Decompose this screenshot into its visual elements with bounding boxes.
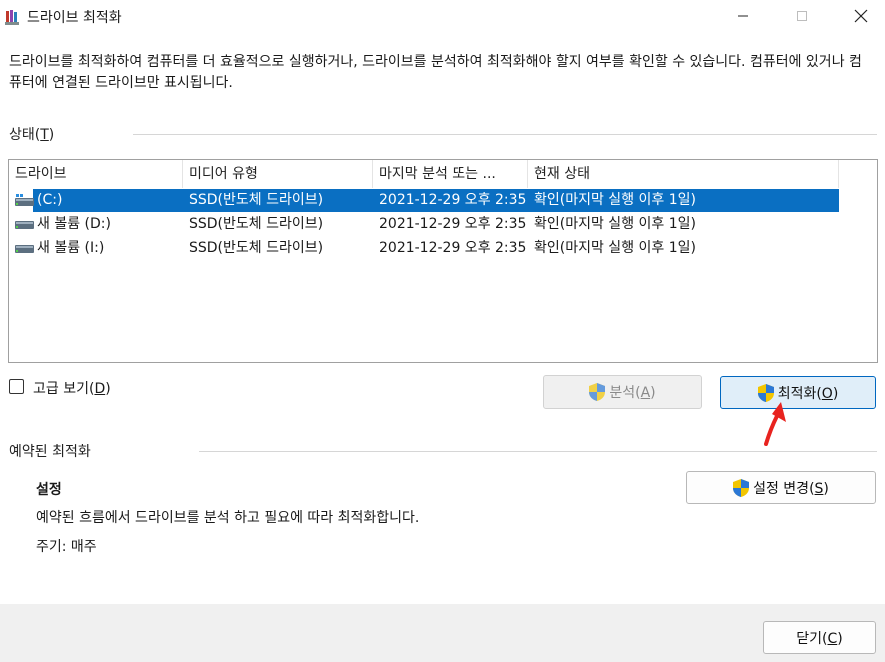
uac-shield-icon [757,383,774,402]
current-status: 확인(마지막 실행 이후 1일) [534,216,696,232]
drive-list[interactable]: 드라이브 미디어 유형 마지막 분석 또는 ... 현재 상태 (C:) SSD… [8,159,878,363]
last-analyzed: 2021-12-29 오후 2:35 [379,240,527,256]
section-divider [199,451,877,452]
advanced-view-checkbox[interactable] [9,379,24,394]
current-status: 확인(마지막 실행 이후 1일) [534,192,696,208]
column-header-drive[interactable]: 드라이브 [9,160,183,188]
analyze-button[interactable]: 분석(A) [543,375,702,409]
schedule-frequency: 주기: 매주 [36,539,97,555]
last-analyzed: 2021-12-29 오후 2:35 [379,216,527,232]
media-type: SSD(반도체 드라이브) [189,240,324,256]
change-settings-button-label: 설정 변경(S) [753,480,829,497]
close-button[interactable]: 닫기(C) [763,621,876,654]
status-section-label: 상태(T) [9,127,55,143]
advanced-view-label[interactable]: 고급 보기(D) [33,378,111,398]
analyze-button-label: 분석(A) [609,385,656,401]
table-row[interactable]: 새 볼륨 (I:) SSD(반도체 드라이브) 2021-12-29 오후 2:… [9,237,839,260]
window-title: 드라이브 최적화 [27,10,122,26]
drive-icon [15,221,34,229]
column-header-media-type[interactable]: 미디어 유형 [183,160,373,188]
last-analyzed: 2021-12-29 오후 2:35 [379,192,527,208]
drive-name: (C:) [37,192,63,208]
footer-bar [0,604,885,662]
change-settings-button[interactable]: 설정 변경(S) [686,471,876,504]
optimize-button[interactable]: 최적화(O) [720,376,876,409]
drive-name: 새 볼륨 (I:) [37,240,105,256]
drive-name: 새 볼륨 (D:) [37,216,111,232]
drive-icon [15,245,34,253]
defrag-app-icon [5,10,19,25]
section-divider [133,134,877,135]
settings-title: 설정 [36,482,62,498]
table-row[interactable]: (C:) SSD(반도체 드라이브) 2021-12-29 오후 2:35 확인… [9,189,839,212]
column-header-current-status[interactable]: 현재 상태 [528,160,839,188]
minimize-icon [738,15,748,17]
minimize-button[interactable] [720,0,766,32]
media-type: SSD(반도체 드라이브) [189,216,324,232]
close-button-label: 닫기(C) [796,630,843,647]
uac-shield-icon [733,478,750,497]
scheduled-section-label: 예약된 최적화 [9,444,91,460]
system-drive-icon [15,194,34,206]
media-type: SSD(반도체 드라이브) [189,192,324,208]
close-window-button[interactable] [838,0,884,32]
maximize-icon [797,11,807,21]
settings-description: 예약된 흐름에서 드라이브를 분석 하고 필요에 따라 최적화합니다. [36,510,420,526]
uac-shield-icon [589,383,606,401]
maximize-button [779,0,825,32]
current-status: 확인(마지막 실행 이후 1일) [534,240,696,256]
annotation-arrow-icon [764,402,786,446]
column-header-last-analyzed[interactable]: 마지막 분석 또는 ... [373,160,528,188]
table-row[interactable]: 새 볼륨 (D:) SSD(반도체 드라이브) 2021-12-29 오후 2:… [9,213,839,236]
close-icon [854,9,868,23]
description-text: 드라이브를 최적화하여 컴퓨터를 더 효율적으로 실행하거나, 드라이브를 분석… [9,54,862,91]
